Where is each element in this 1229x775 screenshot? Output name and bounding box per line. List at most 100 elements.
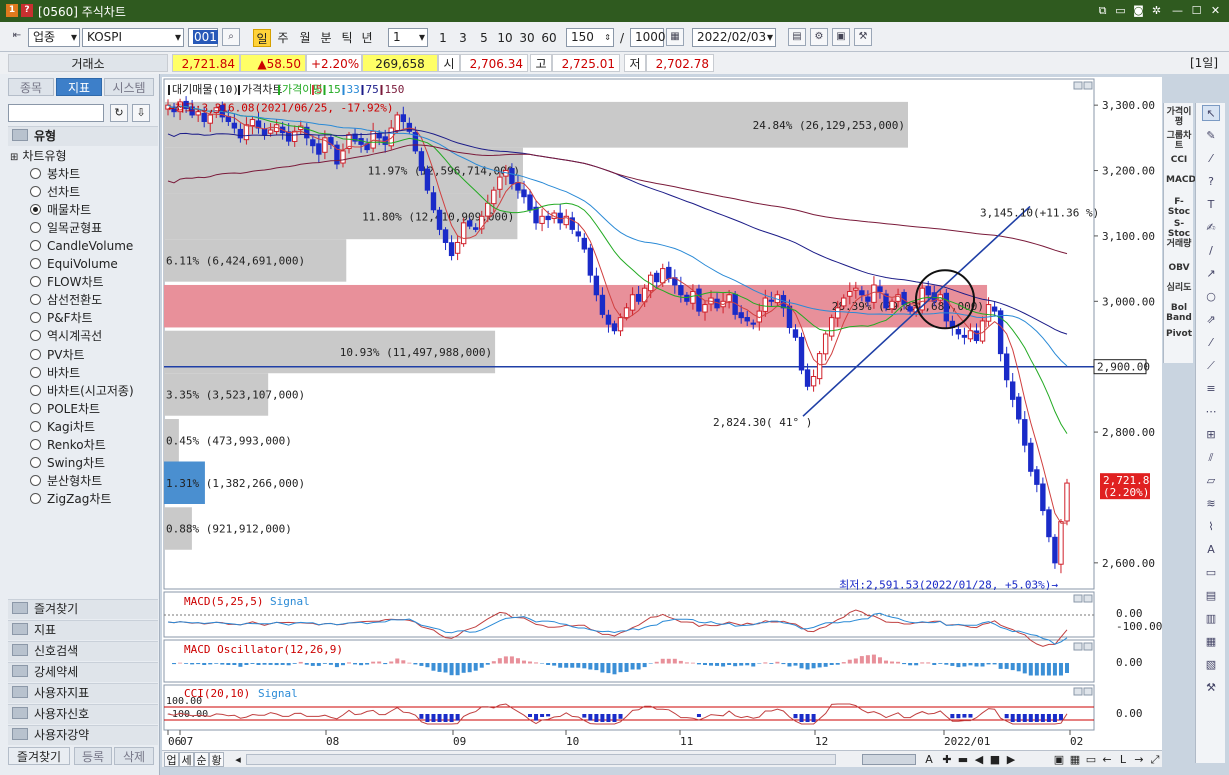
eraser-icon[interactable]: ⁄ [1202, 151, 1220, 167]
download-icon[interactable]: ⇩ [132, 104, 150, 122]
save-icon[interactable]: ▣ [1052, 752, 1066, 767]
pane-menu-icon[interactable] [1073, 687, 1083, 696]
chart-type-item[interactable]: 봉차트 [30, 166, 180, 182]
arrow-left-icon[interactable]: ← [1100, 752, 1114, 767]
indicator-shortcut-4[interactable]: F-Stoc [1166, 197, 1192, 217]
settings-icon[interactable]: ⚙ [810, 28, 828, 46]
line-icon[interactable]: / [1202, 243, 1220, 259]
help-icon[interactable]: ? [1202, 174, 1220, 190]
bottom-tab-1[interactable]: 등록 [74, 747, 112, 765]
indicator-shortcut-1[interactable]: 그룹차트 [1166, 131, 1192, 151]
pane-close-icon[interactable] [1083, 81, 1093, 90]
chart-type-item[interactable]: 역시계곡선 [30, 328, 180, 344]
camera-icon[interactable]: ◙ [1131, 3, 1146, 18]
search-icon[interactable]: ⌕ [222, 28, 240, 46]
brush-icon[interactable]: ✍ [1202, 220, 1220, 236]
bottom-btn-2[interactable]: 순 [194, 752, 209, 767]
radio-button[interactable] [30, 492, 41, 504]
left-tab-0[interactable]: 종목 [8, 78, 54, 96]
quick-interval-60[interactable]: 60 [540, 29, 558, 47]
chart-type-item[interactable]: 분산형차트 [30, 473, 180, 489]
help-icon[interactable]: ? [21, 4, 33, 17]
minimize-icon[interactable]: — [1170, 3, 1185, 18]
calc-icon[interactable]: ▦ [666, 28, 684, 46]
chart-type-item[interactable]: Renko차트 [30, 437, 180, 453]
bottom-btn-1[interactable]: 세 [179, 752, 194, 767]
index-select[interactable]: KOSPI ▾ [82, 28, 184, 47]
chart-type-item[interactable]: FLOW차트 [30, 274, 180, 290]
chart-type-item[interactable]: POLE차트 [30, 401, 180, 417]
chart-type-item[interactable]: EquiVolume [30, 256, 180, 272]
chart-type-item[interactable]: 바차트(시고저종) [30, 383, 180, 399]
period-tab-1[interactable]: 주 [274, 29, 292, 47]
radio-button[interactable] [30, 348, 41, 360]
save-icon[interactable]: ▣ [832, 28, 850, 46]
chart-type-item[interactable]: CandleVolume [30, 238, 180, 254]
period-tab-3[interactable]: 분 [317, 29, 335, 47]
quick-interval-30[interactable]: 30 [518, 29, 536, 47]
chart-type-item[interactable]: ZigZag차트 [30, 491, 180, 507]
indicator-shortcut-3[interactable]: MACD [1166, 175, 1196, 185]
stop-icon[interactable]: ■ [988, 752, 1002, 767]
period-tab-4[interactable]: 틱 [338, 29, 356, 47]
radio-button[interactable] [30, 474, 41, 486]
chart-type-item[interactable]: Swing차트 [30, 455, 180, 471]
circle-icon[interactable]: ○ [1202, 289, 1220, 305]
horizontal-scrollbar[interactable] [246, 754, 836, 765]
radio-button[interactable] [30, 276, 41, 288]
radio-button[interactable] [30, 366, 41, 378]
bottom-btn-0[interactable]: 업 [164, 752, 179, 767]
tools-icon[interactable]: ⚒ [1202, 680, 1220, 696]
radio-button[interactable] [30, 456, 41, 468]
pane-close-icon[interactable] [1083, 642, 1093, 651]
tree-root[interactable]: 유형 [8, 126, 158, 146]
indicator-shortcut-2[interactable]: CCI [1166, 155, 1192, 165]
period-tab-5[interactable]: 년 [358, 29, 376, 47]
parallel-icon[interactable]: ⫽ [1202, 450, 1220, 466]
quick-interval-10[interactable]: 10 [496, 29, 514, 47]
pane-menu-icon[interactable] [1073, 81, 1083, 90]
layout-icon[interactable]: ▤ [788, 28, 806, 46]
count-stepper[interactable]: 150 ⇕ [566, 28, 614, 47]
indicator-shortcut-7[interactable]: OBV [1166, 263, 1192, 273]
radio-button[interactable] [30, 438, 41, 450]
trendline-icon[interactable]: ⁄ [1202, 335, 1220, 351]
window-icon[interactable]: ▭ [1084, 752, 1098, 767]
gear-icon[interactable]: ✲ [1149, 3, 1164, 18]
radio-button[interactable] [30, 222, 41, 234]
pane-menu-icon[interactable] [1073, 642, 1083, 651]
code-field[interactable]: 001 [188, 28, 218, 47]
text-icon[interactable]: T [1202, 197, 1220, 213]
wave-icon[interactable]: ≋ [1202, 496, 1220, 512]
bottom-tab-2[interactable]: 삭제 [114, 747, 154, 765]
radio-button[interactable] [30, 402, 41, 414]
zoom-in-icon[interactable]: ✚ [940, 752, 954, 767]
left-tab-1[interactable]: 지표 [56, 78, 102, 96]
radio-button[interactable] [30, 258, 41, 270]
scroll-left-icon[interactable]: ◂ [232, 752, 244, 767]
cycle-icon[interactable]: ⌇ [1202, 519, 1220, 535]
cursor-icon[interactable]: L [1116, 752, 1130, 767]
indicator-search-input[interactable] [8, 104, 104, 122]
left-tab-2[interactable]: 시스템 [104, 78, 154, 96]
radio-button[interactable] [30, 168, 41, 179]
expand-icon[interactable]: ⤢ [1148, 752, 1162, 767]
folder-6[interactable]: 사용자강약 [8, 725, 158, 745]
indicator-shortcut-8[interactable]: 심리도 [1166, 283, 1192, 293]
pane-close-icon[interactable] [1083, 594, 1093, 603]
zoom-label[interactable]: A [922, 752, 936, 767]
chart-type-item[interactable]: 삼선전환도 [30, 292, 180, 308]
folder-1[interactable]: 지표 [8, 620, 158, 640]
folder-3[interactable]: 강세약세 [8, 662, 158, 682]
max-count-field[interactable]: 1000 [630, 28, 666, 47]
chart-type-item[interactable]: P&F차트 [30, 310, 180, 326]
play-icon[interactable]: ▶ [1004, 752, 1018, 767]
fibo-icon[interactable]: ≡ [1202, 381, 1220, 397]
pane-menu-icon[interactable] [1073, 594, 1083, 603]
table-icon[interactable]: ▥ [1202, 611, 1220, 627]
period-tab-0[interactable]: 일 [253, 29, 271, 47]
quick-interval-5[interactable]: 5 [475, 29, 493, 47]
radio-button[interactable] [30, 420, 41, 432]
radio-button[interactable] [30, 240, 41, 252]
indicator-shortcut-9[interactable]: Bol Band [1166, 303, 1192, 323]
